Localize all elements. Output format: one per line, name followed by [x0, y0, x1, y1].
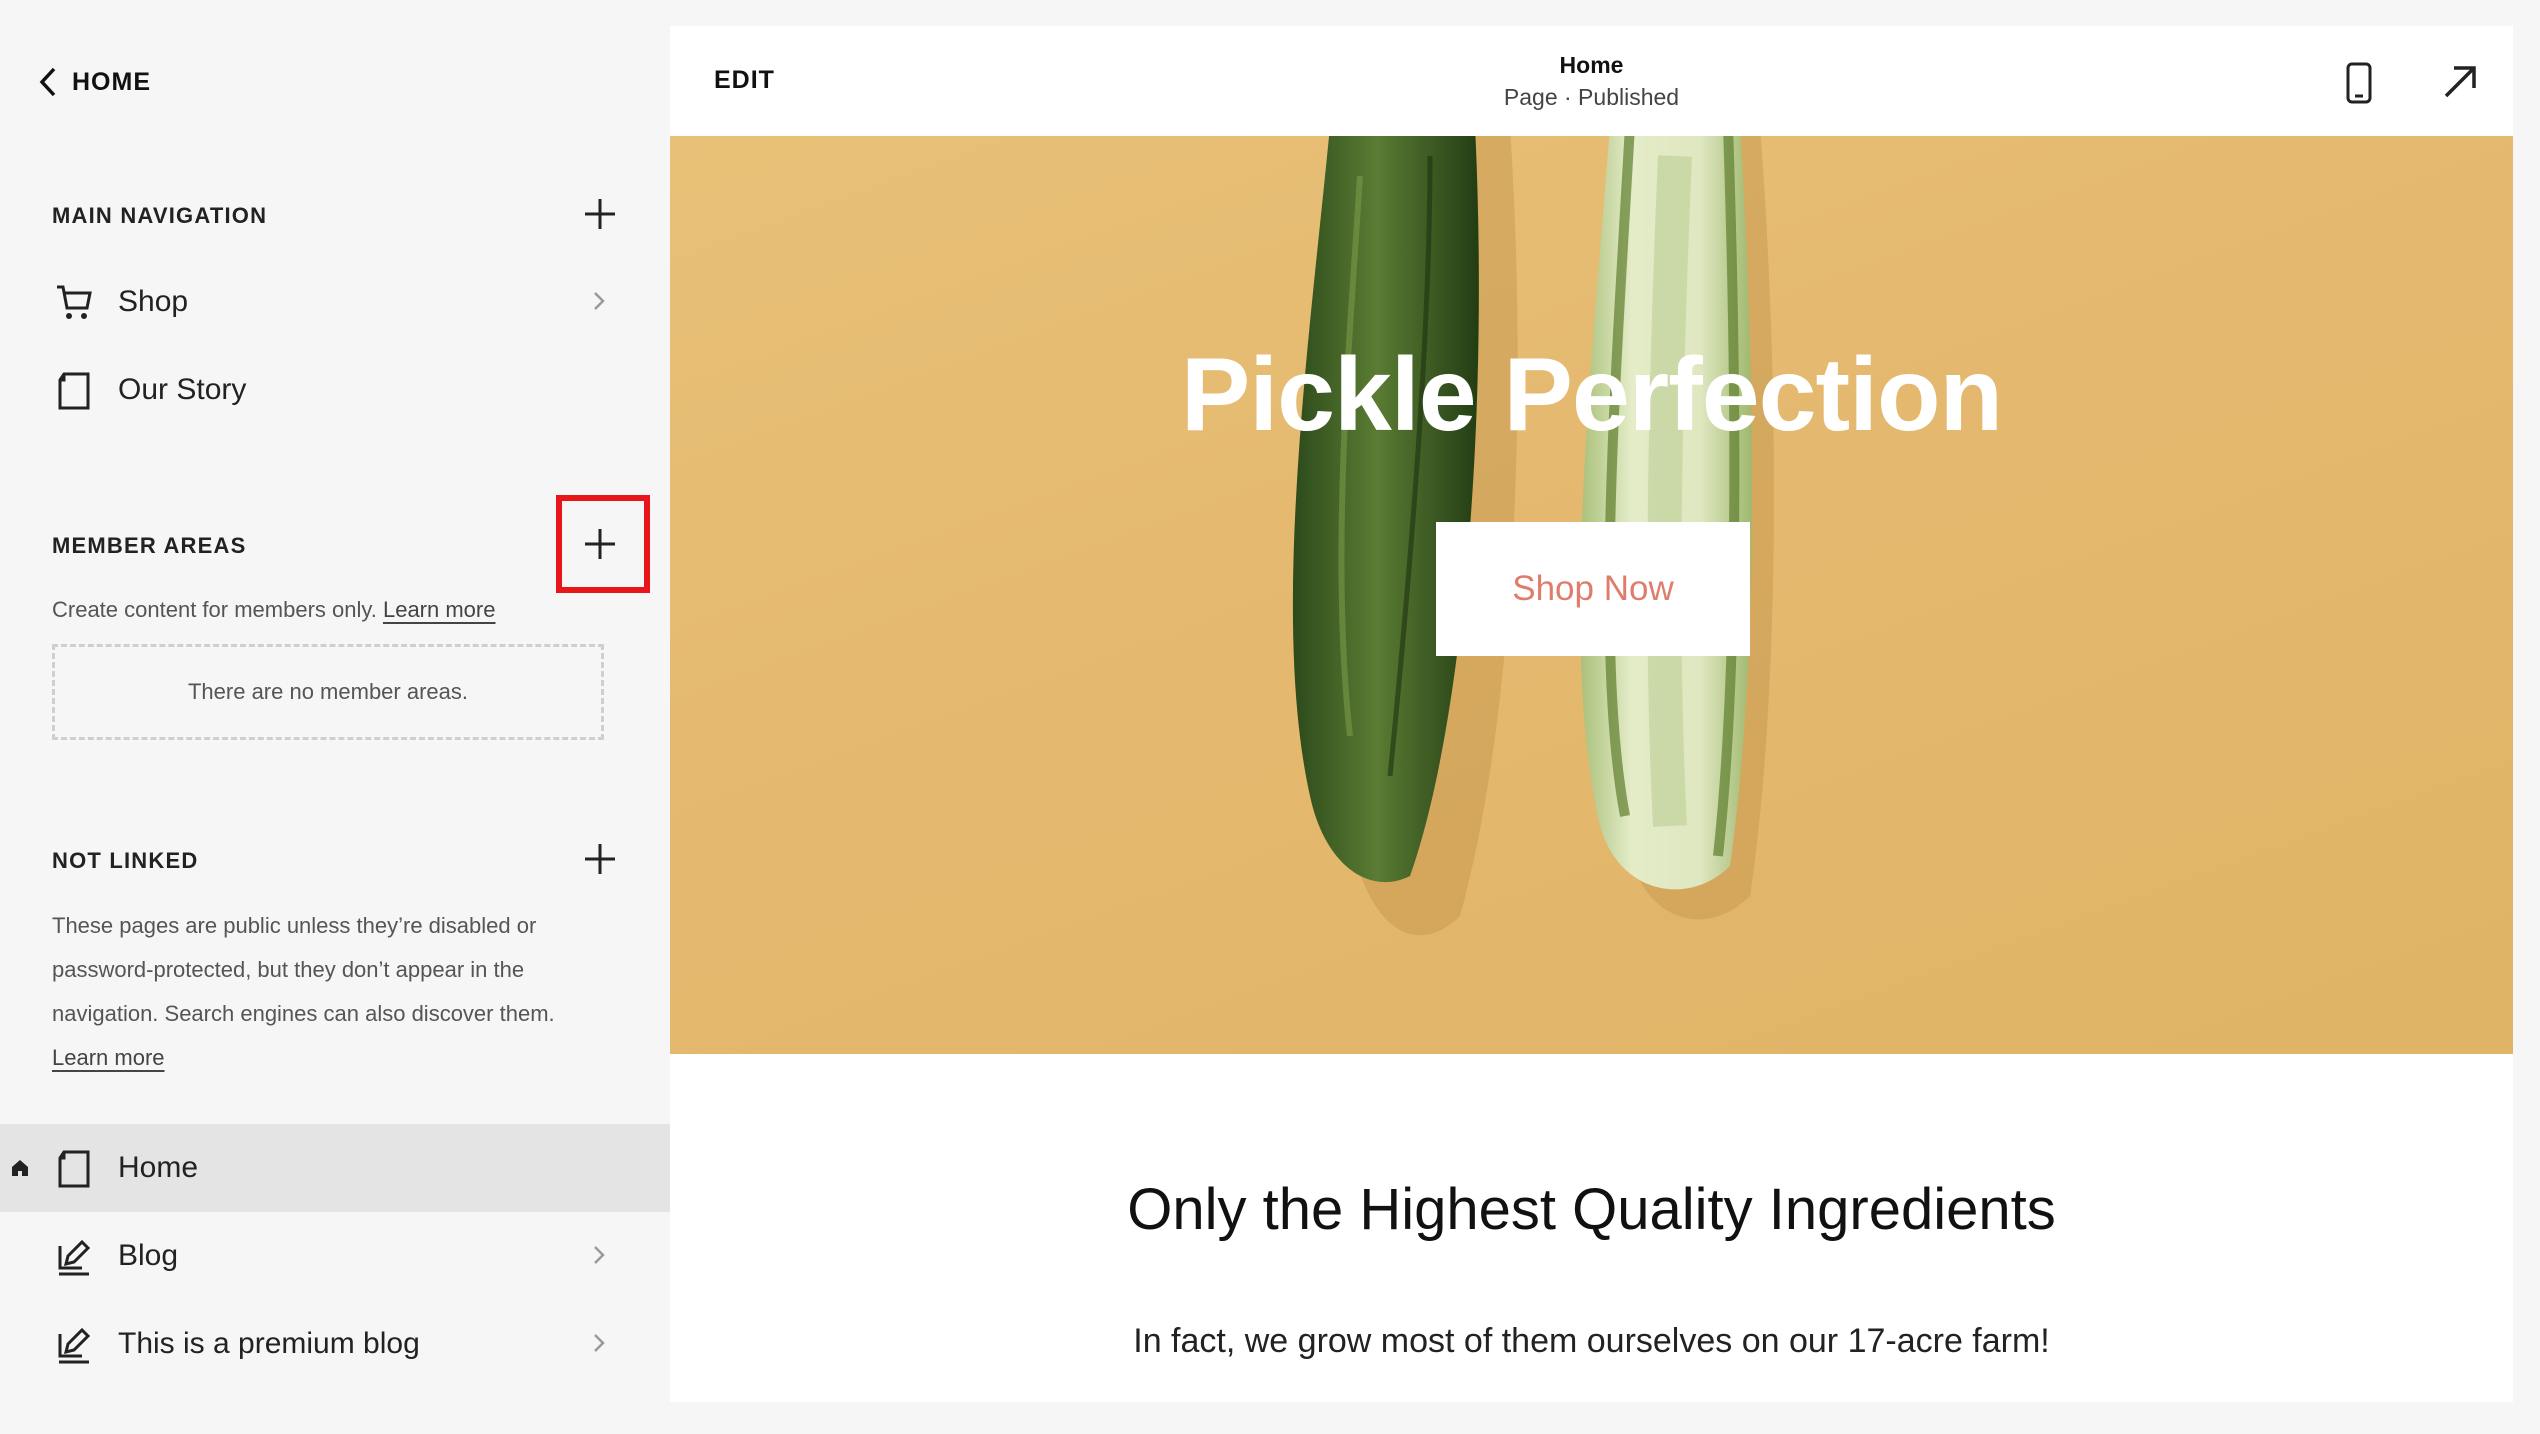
member-areas-title: MEMBER AREAS: [52, 533, 247, 558]
nav-item-premium-blog[interactable]: This is a premium blog: [0, 1300, 670, 1388]
nav-item-shop[interactable]: Shop: [0, 258, 670, 346]
section-heading: Only the Highest Quality Ingredients: [1127, 1177, 2056, 1242]
not-linked-learn-more-link[interactable]: Learn more: [52, 1045, 165, 1070]
section-text: In fact, we grow most of them ourselves …: [1133, 1322, 2050, 1360]
chevron-right-icon: [594, 1246, 605, 1264]
nav-item-label: Our Story: [118, 373, 247, 406]
chevron-left-icon: [39, 67, 56, 97]
nav-item-our-story[interactable]: Our Story: [0, 346, 670, 434]
not-linked-title: NOT LINKED: [52, 848, 199, 873]
preview-topbar: EDIT Home Page · Published: [670, 26, 2513, 136]
back-label: HOME: [72, 67, 151, 96]
page-icon: [58, 1150, 90, 1188]
member-areas-description-text: Create content for members only.: [52, 597, 377, 622]
nav-item-label: Shop: [118, 285, 189, 318]
homepage-indicator-icon: [12, 1160, 28, 1176]
pages-sidebar: HOME MAIN NAVIGATION Shop Our Story MEMB…: [0, 0, 670, 1434]
open-external-icon[interactable]: [2442, 64, 2478, 100]
nav-item-home[interactable]: Home: [0, 1124, 670, 1212]
blog-icon: [58, 1327, 91, 1364]
member-areas-empty-state: There are no member areas.: [52, 644, 604, 740]
mobile-preview-icon[interactable]: [2346, 62, 2372, 104]
member-areas-learn-more-link[interactable]: Learn more: [383, 597, 496, 622]
chevron-right-icon: [594, 292, 605, 310]
add-not-linked-button[interactable]: [580, 839, 620, 879]
hero-title: Pickle Perfection: [1180, 337, 2003, 453]
page-status: Page · Published: [1503, 84, 1680, 110]
description-line: password-protected, but they don’t appea…: [52, 957, 525, 982]
highlight-box: [556, 495, 650, 593]
shop-now-button[interactable]: Shop Now: [1436, 522, 1750, 656]
member-areas-description: Create content for members only. Learn m…: [52, 588, 495, 632]
plus-icon: [585, 844, 615, 874]
main-navigation-title: MAIN NAVIGATION: [52, 203, 268, 228]
plus-icon: [585, 199, 615, 229]
app-window: HOME MAIN NAVIGATION Shop Our Story MEMB…: [0, 0, 2540, 1434]
blog-icon: [58, 1239, 91, 1276]
page-icon: [58, 372, 90, 410]
description-line: navigation. Search engines can also disc…: [52, 1001, 555, 1026]
description-line: These pages are public unless they’re di…: [52, 913, 537, 938]
back-home-button[interactable]: HOME: [38, 62, 151, 102]
nav-item-label: Blog: [118, 1239, 179, 1272]
add-main-navigation-button[interactable]: [580, 194, 620, 234]
chevron-right-icon: [594, 1334, 605, 1352]
hero-section: Pickle Perfection Shop Now: [670, 136, 2513, 1054]
nav-item-label: Home: [118, 1151, 199, 1184]
nav-item-blog[interactable]: Blog: [0, 1212, 670, 1300]
page-title: Home: [1559, 52, 1624, 78]
page-preview: EDIT Home Page · Published Pickle Perfec…: [670, 26, 2513, 1402]
cart-icon: [57, 285, 92, 319]
nav-item-label: This is a premium blog: [118, 1327, 420, 1360]
empty-state-text: There are no member areas.: [187, 679, 469, 704]
not-linked-description: These pages are public unless they’re di…: [52, 904, 555, 1080]
